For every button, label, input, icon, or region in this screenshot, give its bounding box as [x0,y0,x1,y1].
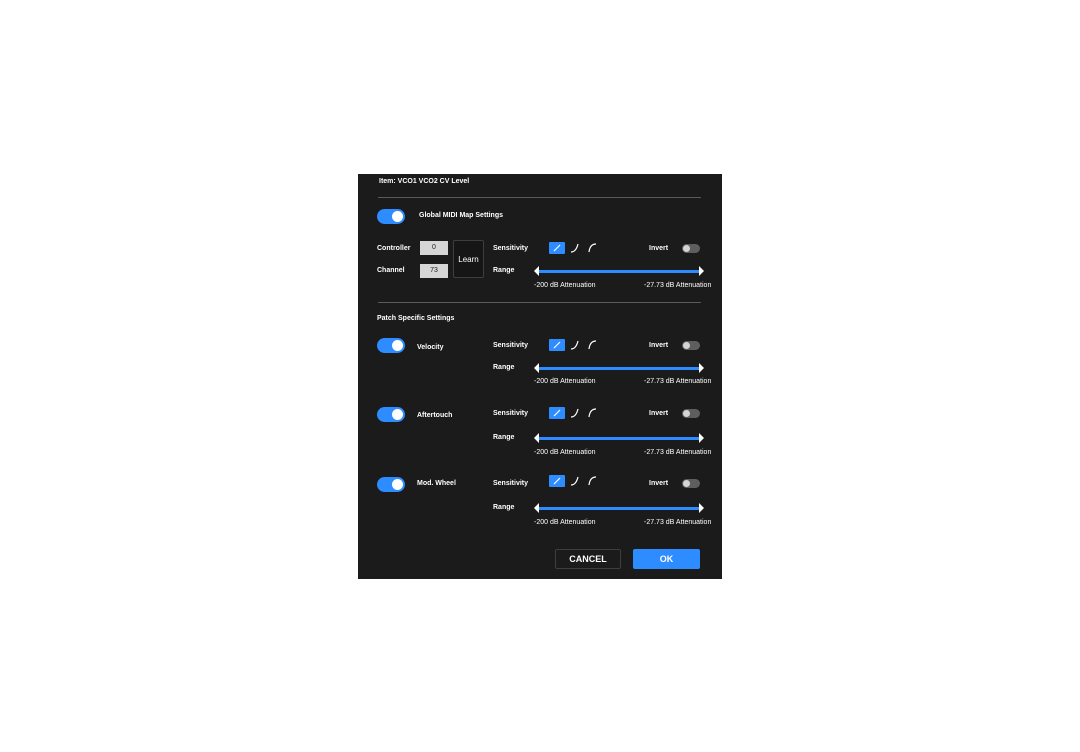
cancel-button[interactable]: CANCEL [555,549,621,569]
linear-curve-icon [553,244,561,252]
slider-thumb-icon[interactable] [534,433,539,443]
range-label: Range [493,434,515,441]
slider-thumb-icon[interactable] [699,363,704,373]
patch-settings-heading: Patch Specific Settings [377,315,455,322]
velocity-label: Velocity [417,344,444,351]
range-min-label: -200 dB Attenuation [534,449,596,456]
sensitivity-label: Sensitivity [493,245,529,252]
linear-curve-icon [553,341,561,349]
aftertouch-toggle[interactable] [377,407,405,422]
invert-switch[interactable] [682,409,700,418]
linear-curve-icon [553,477,561,485]
linear-curve-button[interactable] [549,242,565,254]
range-min-label: -200 dB Attenuation [534,519,596,526]
invert-label: Invert [649,480,669,487]
global-midi-map-label: Global MIDI Map Settings [419,212,504,219]
logarithmic-curve-icon[interactable] [588,340,598,350]
exponential-curve-icon[interactable] [570,476,580,486]
range-label: Range [493,504,515,511]
global-midi-map-toggle[interactable] [377,209,405,224]
divider [378,197,701,198]
range-slider[interactable] [538,367,701,370]
range-max-label: -27.73 dB Attenuation [644,282,712,289]
invert-label: Invert [649,342,669,349]
invert-switch[interactable] [682,479,700,488]
range-slider[interactable] [538,270,701,273]
controller-field[interactable]: 0 [420,241,448,255]
invert-switch[interactable] [682,341,700,350]
exponential-curve-icon[interactable] [570,340,580,350]
sensitivity-label: Sensitivity [493,410,529,417]
invert-label: Invert [649,245,669,252]
divider [378,302,701,303]
range-min-label: -200 dB Attenuation [534,378,596,385]
mod-wheel-label: Mod. Wheel [417,480,456,487]
channel-label: Channel [377,267,405,274]
range-max-label: -27.73 dB Attenuation [644,378,712,385]
range-max-label: -27.73 dB Attenuation [644,449,712,456]
invert-switch[interactable] [682,244,700,253]
sensitivity-label: Sensitivity [493,480,529,487]
sensitivity-label: Sensitivity [493,342,529,349]
range-label: Range [493,267,515,274]
range-label: Range [493,364,515,371]
linear-curve-button[interactable] [549,339,565,351]
slider-thumb-icon[interactable] [534,503,539,513]
logarithmic-curve-icon[interactable] [588,476,598,486]
controller-label: Controller [377,245,411,252]
velocity-toggle[interactable] [377,338,405,353]
range-max-label: -27.73 dB Attenuation [644,519,712,526]
linear-curve-button[interactable] [549,475,565,487]
aftertouch-label: Aftertouch [417,412,453,419]
range-min-label: -200 dB Attenuation [534,282,596,289]
range-slider[interactable] [538,507,701,510]
learn-button[interactable]: Learn [453,240,484,278]
logarithmic-curve-icon[interactable] [588,408,598,418]
midi-map-dialog: Item: VCO1 VCO2 CV Level Global MIDI Map… [358,174,722,579]
slider-thumb-icon[interactable] [534,363,539,373]
slider-thumb-icon[interactable] [699,433,704,443]
linear-curve-icon [553,409,561,417]
slider-thumb-icon[interactable] [699,503,704,513]
mod-wheel-toggle[interactable] [377,477,405,492]
exponential-curve-icon[interactable] [570,408,580,418]
range-slider[interactable] [538,437,701,440]
slider-thumb-icon[interactable] [534,266,539,276]
slider-thumb-icon[interactable] [699,266,704,276]
logarithmic-curve-icon[interactable] [588,243,598,253]
invert-label: Invert [649,410,669,417]
dialog-title: Item: VCO1 VCO2 CV Level [379,178,470,185]
exponential-curve-icon[interactable] [570,243,580,253]
channel-field[interactable]: 73 [420,264,448,278]
linear-curve-button[interactable] [549,407,565,419]
ok-button[interactable]: OK [633,549,700,569]
